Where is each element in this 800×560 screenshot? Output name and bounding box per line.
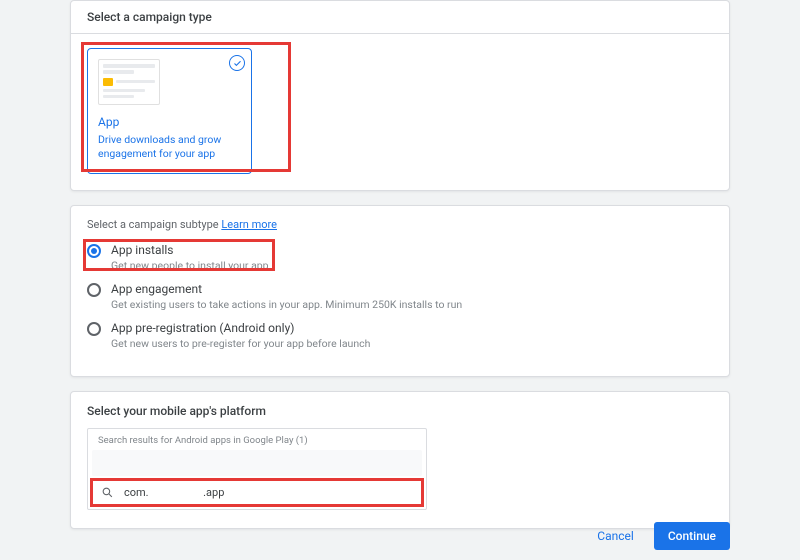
radio-label: App engagement — [111, 282, 462, 296]
learn-more-link[interactable]: Learn more — [221, 218, 277, 231]
platform-card: Select your mobile app's platform Search… — [70, 391, 730, 529]
subtype-option-app-engagement[interactable]: App engagement Get existing users to take… — [87, 282, 713, 311]
footer-actions: Cancel Continue — [589, 522, 730, 550]
highlight-box — [90, 478, 424, 507]
highlight-box — [81, 42, 291, 172]
radio-description: Get new users to pre-register for your a… — [111, 337, 370, 350]
continue-button[interactable]: Continue — [654, 522, 730, 550]
cancel-button[interactable]: Cancel — [589, 523, 642, 549]
campaign-type-card: Select a campaign type App Drive down — [70, 0, 730, 191]
platform-label: Select your mobile app's platform — [87, 404, 713, 418]
subtype-label: Select a campaign subtype Learn more — [87, 218, 713, 231]
subtype-option-app-installs[interactable]: App installsGet new people to install yo… — [87, 243, 713, 272]
subtype-option-app-pre-registration-android-only-[interactable]: App pre-registration (Android only) Get n… — [87, 321, 713, 350]
search-panel: Search results for Android apps in Googl… — [87, 428, 427, 510]
search-results-header: Search results for Android apps in Googl… — [88, 429, 426, 450]
radio-description: Get existing users to take actions in yo… — [111, 298, 462, 311]
radio-label: App pre-registration (Android only) — [111, 321, 370, 335]
radio-icon — [87, 283, 101, 297]
search-result-item[interactable] — [92, 450, 422, 476]
campaign-subtype-card: Select a campaign subtype Learn more App… — [70, 205, 730, 377]
highlight-box — [83, 239, 275, 271]
card-header: Select a campaign type — [71, 1, 729, 34]
radio-icon — [87, 322, 101, 336]
search-input-row — [92, 480, 422, 505]
